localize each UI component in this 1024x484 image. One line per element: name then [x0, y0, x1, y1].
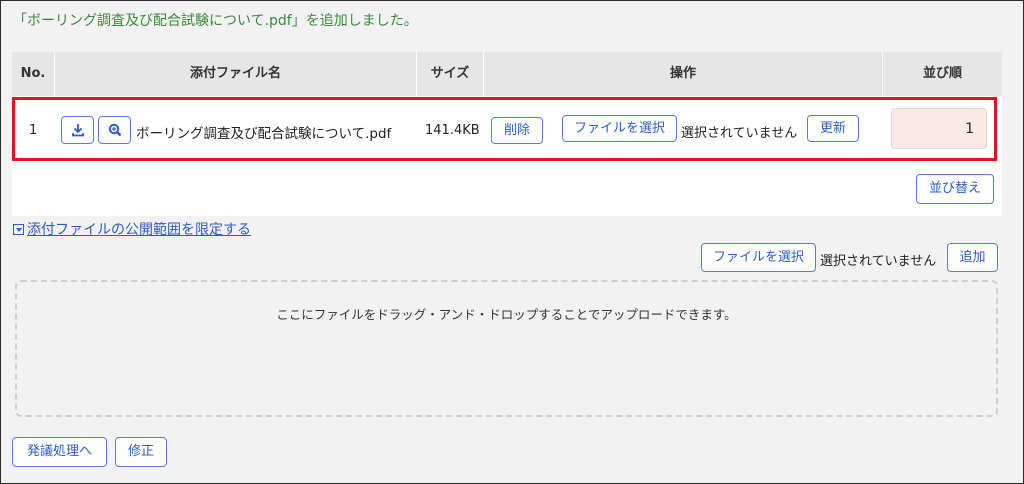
- drop-zone[interactable]: ここにファイルをドラッグ・アンド・ドロップすることでアップロードできます。: [15, 280, 998, 417]
- upload-no-file-text: 選択されていません: [820, 254, 937, 269]
- dispatch-button[interactable]: 発議処理へ: [12, 437, 107, 467]
- header-file-name: 添付ファイル名: [189, 66, 281, 81]
- header-no: No.: [20, 66, 46, 81]
- selected-row-highlight: [12, 97, 997, 161]
- restrict-visibility-toggle[interactable]: 添付ファイルの公開範囲を限定する: [13, 219, 251, 239]
- upload-choose-file-button[interactable]: ファイルを選択: [701, 243, 816, 272]
- header-operation: 操作: [669, 66, 696, 81]
- header-size: サイズ: [430, 66, 470, 81]
- caret-down-box-icon: [13, 224, 24, 235]
- sort-button[interactable]: 並び替え: [916, 174, 994, 204]
- success-message: 「ボーリング調査及び配合試験について.pdf」を追加しました。: [13, 13, 418, 29]
- table-header: No. 添付ファイル名 サイズ 操作 並び順: [12, 52, 1002, 96]
- drop-zone-text: ここにファイルをドラッグ・アンド・ドロップすることでアップロードできます。: [276, 307, 737, 322]
- edit-button[interactable]: 修正: [115, 437, 167, 467]
- add-button[interactable]: 追加: [947, 243, 998, 272]
- header-order: 並び順: [922, 66, 962, 81]
- restrict-visibility-label: 添付ファイルの公開範囲を限定する: [27, 222, 251, 238]
